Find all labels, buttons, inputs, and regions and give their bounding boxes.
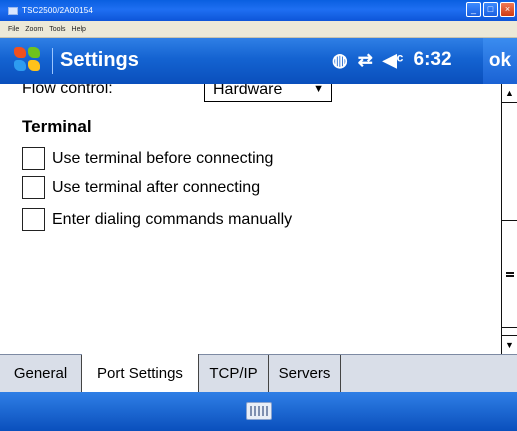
device-titlebar: Settings ◍ ⇄ ◀ᶜ 6:32: [0, 38, 517, 84]
page-title: Settings: [60, 49, 139, 71]
checkbox-label: Use terminal before connecting: [52, 149, 274, 167]
menu-file[interactable]: File: [0, 26, 22, 33]
flow-control-dropdown[interactable]: Hardware ▼: [204, 84, 332, 102]
host-title: TSC2500/2A00154: [22, 6, 94, 15]
tab-tcpip[interactable]: TCP/IP: [199, 355, 269, 392]
sync-icon[interactable]: ⇄: [358, 51, 373, 69]
minimize-button[interactable]: _: [466, 2, 481, 17]
menu-zoom[interactable]: Zoom: [22, 26, 46, 33]
checkbox-label: Use terminal after connecting: [52, 178, 261, 196]
checkbox-row-before[interactable]: Use terminal before connecting: [22, 147, 273, 170]
connectivity-icon[interactable]: ◍: [332, 51, 348, 69]
grip-icon: [505, 271, 514, 277]
title-divider: [52, 48, 53, 74]
scroll-up-arrow-icon[interactable]: ▲: [502, 84, 517, 103]
checkbox-use-terminal-after[interactable]: [22, 176, 45, 199]
scroll-down-arrow-icon[interactable]: ▼: [502, 335, 517, 354]
keyboard-icon[interactable]: [246, 402, 272, 420]
start-menu-icon[interactable]: [14, 47, 42, 73]
flow-control-label: Flow control:: [22, 84, 113, 97]
checkbox-use-terminal-before[interactable]: [22, 147, 45, 170]
bottom-bar: [0, 392, 517, 431]
checkbox-row-dialing[interactable]: Enter dialing commands manually: [22, 208, 292, 231]
window-controls: _ □ ×: [466, 2, 515, 17]
flow-control-value: Hardware: [213, 84, 283, 98]
tab-servers[interactable]: Servers: [269, 355, 341, 392]
dropdown-arrow-icon: ▼: [313, 84, 324, 95]
maximize-button[interactable]: □: [483, 2, 498, 17]
terminal-section-title: Terminal: [22, 117, 92, 136]
status-area: ◍ ⇄ ◀ᶜ 6:32: [332, 49, 452, 71]
menu-tools[interactable]: Tools: [46, 26, 68, 33]
checkbox-label: Enter dialing commands manually: [52, 210, 293, 228]
settings-content: Flow control: Hardware ▼ Terminal Use te…: [0, 84, 501, 354]
tab-port-settings[interactable]: Port Settings: [82, 354, 199, 392]
scroll-thumb[interactable]: [502, 220, 517, 328]
vertical-scrollbar[interactable]: ▲ ▼: [501, 84, 517, 354]
menu-help[interactable]: Help: [69, 26, 89, 33]
window-icon: [8, 6, 18, 15]
host-menubar: File Zoom Tools Help: [0, 21, 517, 38]
clock[interactable]: 6:32: [414, 49, 452, 71]
ok-button[interactable]: ok: [483, 38, 517, 84]
close-button[interactable]: ×: [500, 2, 515, 17]
tab-general[interactable]: General: [0, 355, 82, 392]
speaker-icon[interactable]: ◀ᶜ: [383, 51, 404, 69]
checkbox-dialing-manually[interactable]: [22, 208, 45, 231]
host-titlebar: TSC2500/2A00154 _ □ ×: [0, 0, 517, 21]
checkbox-row-after[interactable]: Use terminal after connecting: [22, 176, 260, 199]
tab-bar: General Port Settings TCP/IP Servers: [0, 354, 517, 392]
